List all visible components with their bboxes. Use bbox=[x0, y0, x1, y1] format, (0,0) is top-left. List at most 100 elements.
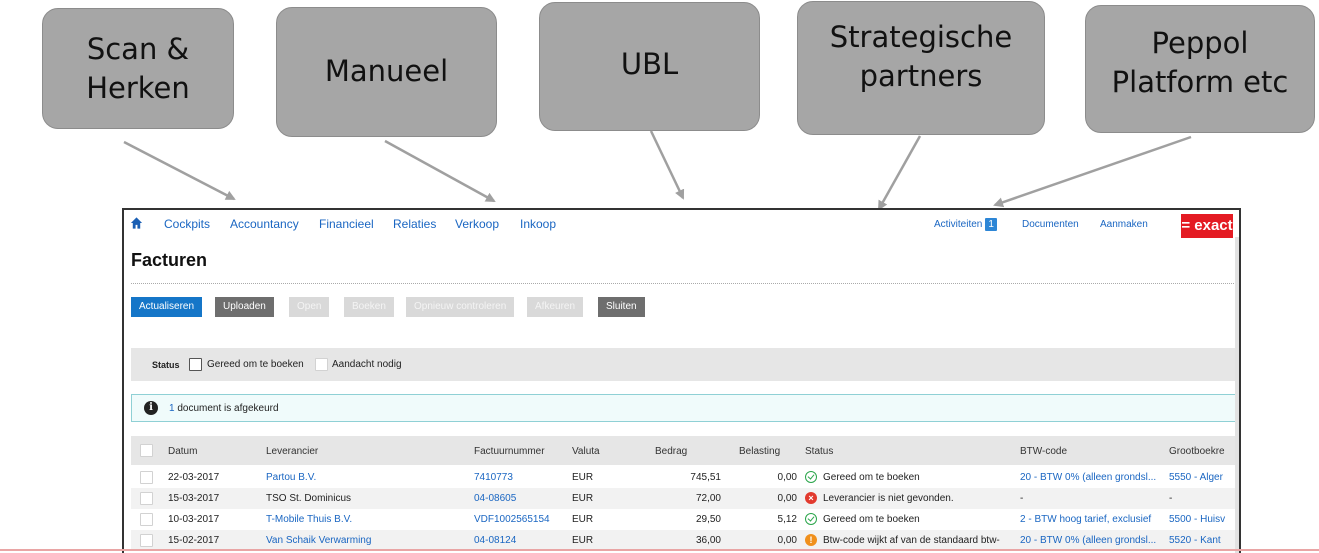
exact-logo: = exact bbox=[1181, 214, 1233, 238]
col-belasting[interactable]: Belasting bbox=[739, 446, 780, 457]
row-belasting: 0,00 bbox=[777, 535, 797, 546]
arrow-peppol bbox=[993, 135, 1192, 208]
nav-inkoop[interactable]: Inkoop bbox=[520, 217, 556, 231]
opnieuw-controleren-button[interactable]: Opnieuw controleren bbox=[406, 297, 515, 317]
row-valuta: EUR bbox=[572, 535, 594, 546]
table-row[interactable]: 22-03-2017 Partou B.V. 7410773 EUR 745,5… bbox=[131, 467, 1239, 488]
status-ok-icon bbox=[805, 513, 817, 525]
row-factuurnummer[interactable]: VDF1002565154 bbox=[474, 514, 550, 525]
arrow-manueel bbox=[384, 139, 496, 203]
row-status: Leverancier is niet gevonden. bbox=[823, 493, 954, 504]
gereed-checkbox[interactable] bbox=[189, 358, 202, 371]
row-datum: 10-03-2017 bbox=[168, 514, 220, 525]
nav-financieel[interactable]: Financieel bbox=[319, 217, 374, 231]
row-belasting: 0,00 bbox=[777, 493, 797, 504]
row-bedrag: 745,51 bbox=[690, 472, 721, 483]
row-leverancier[interactable]: Partou B.V. bbox=[266, 472, 316, 483]
arrow-strategische bbox=[877, 135, 922, 211]
row-btw-code: - bbox=[1020, 493, 1024, 504]
row-bedrag: 36,00 bbox=[695, 535, 721, 546]
afkeuren-button[interactable]: Afkeuren bbox=[527, 297, 584, 317]
sluiten-button[interactable]: Sluiten bbox=[598, 297, 645, 317]
row-bedrag: 72,00 bbox=[695, 493, 721, 504]
row-btw-code[interactable]: 2 - BTW hoog tarief, exclusief bbox=[1020, 514, 1151, 525]
gereed-option-label: Gereed om te boeken bbox=[207, 359, 304, 370]
bottom-border-line bbox=[0, 549, 1319, 551]
info-count[interactable]: 1 bbox=[169, 403, 175, 414]
row-checkbox[interactable] bbox=[140, 534, 153, 547]
status-warning-icon: ! bbox=[805, 534, 817, 546]
info-message: document is afgekeurd bbox=[177, 403, 279, 414]
row-belasting: 0,00 bbox=[777, 472, 797, 483]
title-divider bbox=[131, 283, 1236, 284]
uploaden-button[interactable]: Uploaden bbox=[215, 297, 274, 317]
info-banner: i 1 document is afgekeurd bbox=[131, 394, 1237, 422]
col-factuurnummer[interactable]: Factuurnummer bbox=[474, 446, 545, 457]
nav-documenten[interactable]: Documenten bbox=[1022, 219, 1079, 230]
info-text: 1 document is afgekeurd bbox=[169, 403, 279, 414]
arrow-ubl bbox=[649, 130, 685, 200]
row-checkbox[interactable] bbox=[140, 492, 153, 505]
status-filter-bar: Status Gereed om te boeken Aandacht nodi… bbox=[131, 348, 1239, 381]
row-grootboek[interactable]: 5520 - Kant bbox=[1169, 535, 1221, 546]
row-leverancier[interactable]: Van Schaik Verwarming bbox=[266, 535, 371, 546]
row-grootboek[interactable]: 5500 - Huisv bbox=[1169, 514, 1225, 525]
row-status: Btw-code wijkt af van de standaard btw- bbox=[823, 535, 1000, 546]
row-bedrag: 29,50 bbox=[695, 514, 721, 525]
row-grootboek[interactable]: 5550 - Alger bbox=[1169, 472, 1223, 483]
row-status: Gereed om te boeken bbox=[823, 514, 920, 525]
row-btw-code[interactable]: 20 - BTW 0% (alleen grondsl... bbox=[1020, 535, 1156, 546]
row-factuurnummer[interactable]: 7410773 bbox=[474, 472, 513, 483]
nav-relaties[interactable]: Relaties bbox=[393, 217, 436, 231]
status-error-icon: × bbox=[805, 492, 817, 504]
col-datum[interactable]: Datum bbox=[168, 446, 197, 457]
col-grootboek[interactable]: Grootboekre bbox=[1169, 446, 1225, 457]
col-btw-code[interactable]: BTW-code bbox=[1020, 446, 1067, 457]
nav-aanmaken[interactable]: Aanmaken bbox=[1100, 219, 1148, 230]
actualiseren-button[interactable]: Actualiseren bbox=[131, 297, 203, 317]
row-factuurnummer[interactable]: 04-08124 bbox=[474, 535, 516, 546]
table-row[interactable]: 15-03-2017 TSO St. Dominicus 04-08605 EU… bbox=[131, 488, 1239, 509]
row-valuta: EUR bbox=[572, 472, 594, 483]
table-row[interactable]: 15-02-2017 Van Schaik Verwarming 04-0812… bbox=[131, 530, 1239, 551]
status-filter-label: Status bbox=[152, 360, 180, 370]
open-button[interactable]: Open bbox=[289, 297, 330, 317]
select-all-checkbox[interactable] bbox=[140, 444, 153, 457]
top-navigation: Cockpits Accountancy Financieel Relaties… bbox=[124, 210, 1239, 238]
activiteiten-badge: 1 bbox=[985, 218, 997, 231]
activiteiten-label: Activiteiten bbox=[934, 219, 983, 230]
status-ok-icon bbox=[805, 471, 817, 483]
row-status: Gereed om te boeken bbox=[823, 472, 920, 483]
row-leverancier: TSO St. Dominicus bbox=[266, 493, 352, 504]
nav-cockpits[interactable]: Cockpits bbox=[164, 217, 210, 231]
row-checkbox[interactable] bbox=[140, 513, 153, 526]
nav-verkoop[interactable]: Verkoop bbox=[455, 217, 499, 231]
row-belasting: 5,12 bbox=[777, 514, 797, 525]
col-status[interactable]: Status bbox=[805, 446, 833, 457]
home-icon[interactable] bbox=[130, 216, 143, 230]
row-datum: 15-02-2017 bbox=[168, 535, 220, 546]
row-valuta: EUR bbox=[572, 514, 594, 525]
table-row[interactable]: 10-03-2017 T-Mobile Thuis B.V. VDF100256… bbox=[131, 509, 1239, 530]
row-factuurnummer[interactable]: 04-08605 bbox=[474, 493, 516, 504]
col-bedrag[interactable]: Bedrag bbox=[655, 446, 687, 457]
nav-accountancy[interactable]: Accountancy bbox=[230, 217, 299, 231]
page-title: Facturen bbox=[131, 250, 208, 270]
table-header: Datum Leverancier Factuurnummer Valuta B… bbox=[131, 436, 1239, 465]
row-leverancier[interactable]: T-Mobile Thuis B.V. bbox=[266, 514, 352, 525]
row-datum: 15-03-2017 bbox=[168, 493, 220, 504]
row-valuta: EUR bbox=[572, 493, 594, 504]
arrow-scan bbox=[123, 140, 236, 201]
col-leverancier[interactable]: Leverancier bbox=[266, 446, 318, 457]
aandacht-option-label: Aandacht nodig bbox=[332, 359, 402, 370]
nav-activiteiten[interactable]: Activiteiten 1 bbox=[934, 218, 997, 231]
row-grootboek: - bbox=[1169, 493, 1173, 504]
app-window: Cockpits Accountancy Financieel Relaties… bbox=[122, 208, 1241, 553]
aandacht-checkbox[interactable] bbox=[315, 358, 328, 371]
col-valuta[interactable]: Valuta bbox=[572, 446, 600, 457]
row-checkbox[interactable] bbox=[140, 471, 153, 484]
vertical-scrollbar[interactable] bbox=[1235, 237, 1239, 553]
row-btw-code[interactable]: 20 - BTW 0% (alleen grondsl... bbox=[1020, 472, 1156, 483]
info-icon: i bbox=[144, 401, 158, 415]
boeken-button[interactable]: Boeken bbox=[344, 297, 394, 317]
